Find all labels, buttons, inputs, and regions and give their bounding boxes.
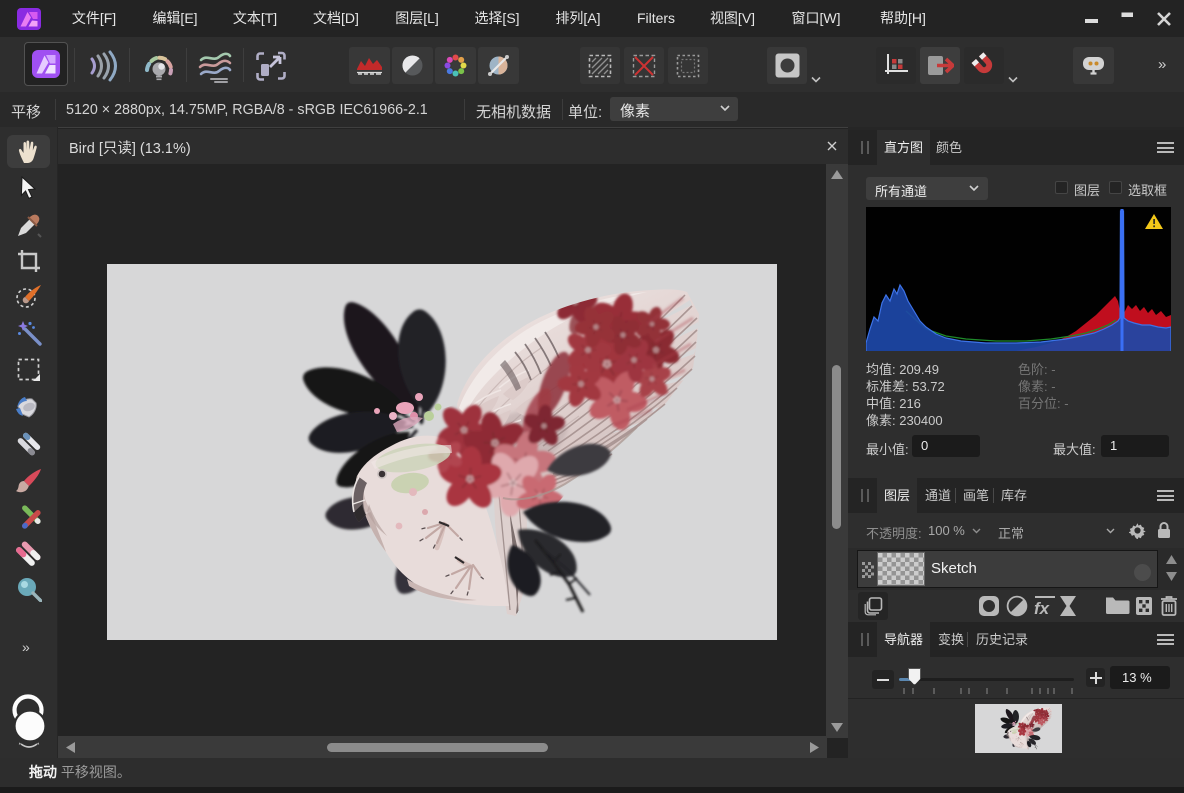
svg-text:fx: fx	[1034, 599, 1051, 617]
